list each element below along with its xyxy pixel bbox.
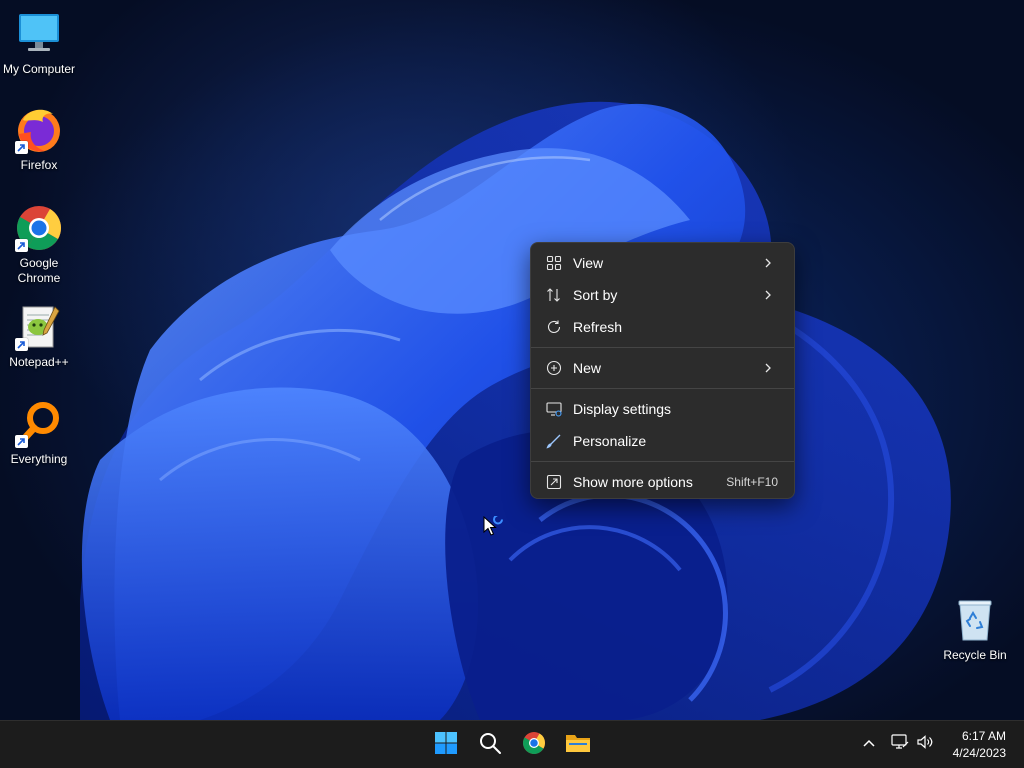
- menu-item-shortcut: Shift+F10: [726, 475, 778, 489]
- sort-icon: [545, 286, 563, 304]
- desktop-icon-label: Firefox: [20, 158, 58, 172]
- desktop-icon-google-chrome[interactable]: Google Chrome: [1, 204, 77, 286]
- volume-button[interactable]: [914, 733, 936, 755]
- menu-item-label: Refresh: [573, 319, 623, 335]
- taskbar-clock[interactable]: 6:17 AM 4/24/2023: [936, 728, 1006, 762]
- network-status-button[interactable]: [889, 733, 911, 755]
- menu-item-view[interactable]: View: [535, 247, 790, 279]
- desktop-background[interactable]: My Computer Firefox Google Chrome Notepa…: [0, 0, 1024, 720]
- desktop-context-menu: View Sort by Refresh New Display setting…: [530, 242, 795, 499]
- monitor-icon: [15, 10, 63, 58]
- clock-time: 6:17 AM: [961, 729, 1006, 743]
- firefox-icon: [15, 106, 63, 154]
- start-button[interactable]: [426, 725, 466, 765]
- show-hidden-icons-button[interactable]: [858, 733, 880, 755]
- menu-item-personalize[interactable]: Personalize: [535, 425, 790, 457]
- network-icon: [891, 733, 909, 755]
- show-more-icon: [545, 473, 563, 491]
- menu-item-label: View: [573, 255, 604, 271]
- desktop-icon-label: Everything: [10, 452, 68, 466]
- taskbar-chrome-button[interactable]: [514, 725, 554, 765]
- shortcut-arrow-icon: [15, 141, 28, 154]
- menu-item-label: Display settings: [573, 401, 672, 417]
- everything-search-icon: [15, 400, 63, 448]
- desktop-icon-notepad-plus-plus[interactable]: Notepad++: [1, 303, 77, 370]
- plus-circle-icon: [545, 359, 563, 377]
- menu-item-refresh[interactable]: Refresh: [535, 311, 790, 343]
- desktop-icon-everything[interactable]: Everything: [1, 400, 77, 467]
- taskbar-file-explorer-button[interactable]: [558, 725, 598, 765]
- desktop-icon-label: Notepad++: [9, 355, 69, 369]
- grid-view-icon: [545, 254, 563, 272]
- mouse-cursor-icon: [483, 514, 509, 543]
- menu-item-sort-by[interactable]: Sort by: [535, 279, 790, 311]
- chrome-icon: [522, 731, 546, 760]
- clock-date: 4/24/2023: [952, 746, 1006, 760]
- notepadpp-icon: [15, 303, 63, 351]
- display-settings-icon: [545, 400, 563, 418]
- shortcut-arrow-icon: [15, 239, 28, 252]
- desktop-icon-recycle-bin[interactable]: Recycle Bin: [937, 596, 1013, 663]
- menu-item-show-more-options[interactable]: Show more options Shift+F10: [535, 466, 790, 498]
- menu-item-new[interactable]: New: [535, 352, 790, 384]
- desktop-icon-label: My Computer: [2, 62, 76, 76]
- desktop-icon-firefox[interactable]: Firefox: [1, 106, 77, 173]
- desktop-icon-my-computer[interactable]: My Computer: [1, 10, 77, 77]
- menu-item-display-settings[interactable]: Display settings: [535, 393, 790, 425]
- recycle-bin-icon: [951, 596, 999, 644]
- search-icon: [478, 731, 502, 760]
- start-icon: [434, 731, 458, 760]
- menu-item-label: Sort by: [573, 287, 618, 303]
- menu-item-label: Show more options: [573, 474, 693, 490]
- chevron-up-icon: [862, 735, 876, 753]
- chevron-right-icon: [764, 289, 776, 301]
- brush-icon: [545, 432, 563, 450]
- wallpaper-bloom: [80, 101, 951, 720]
- taskbar-search-button[interactable]: [470, 725, 510, 765]
- menu-separator: [531, 388, 794, 389]
- volume-icon: [916, 734, 934, 755]
- menu-item-label: Personalize: [573, 433, 647, 449]
- chevron-right-icon: [764, 257, 776, 269]
- shortcut-arrow-icon: [15, 338, 28, 351]
- file-explorer-icon: [565, 731, 591, 760]
- refresh-icon: [545, 318, 563, 336]
- menu-item-label: New: [573, 360, 602, 376]
- chrome-icon: [15, 204, 63, 252]
- chevron-right-icon: [764, 362, 776, 374]
- desktop-icon-label: Recycle Bin: [943, 648, 1007, 662]
- desktop-icon-label: Google Chrome: [17, 256, 61, 285]
- taskbar: 6:17 AM 4/24/2023: [0, 720, 1024, 768]
- menu-separator: [531, 347, 794, 348]
- menu-separator: [531, 461, 794, 462]
- shortcut-arrow-icon: [15, 435, 28, 448]
